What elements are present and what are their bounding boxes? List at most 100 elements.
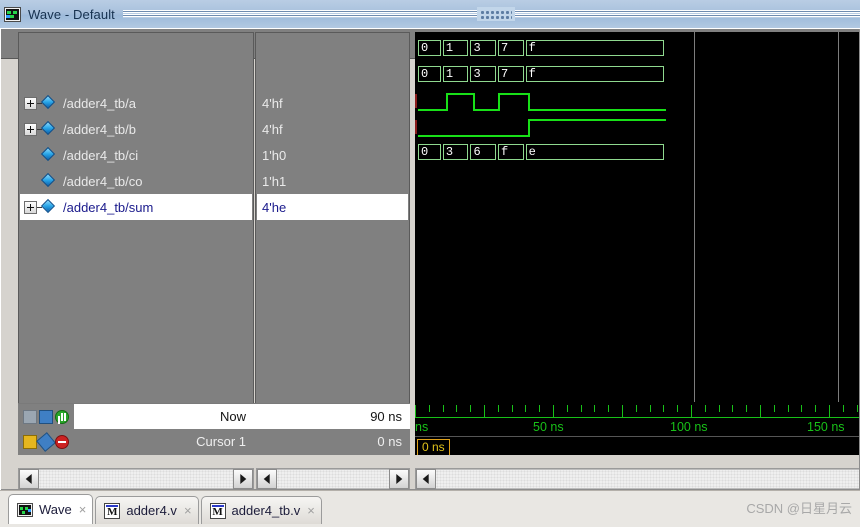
ruler-tick-minor [705, 405, 706, 412]
signal-value-cell[interactable]: 1'h0 [257, 142, 408, 168]
signal-row[interactable]: /adder4_tb/ci [20, 142, 252, 168]
bus-value-label: 1 [445, 67, 454, 81]
ruler-baseline [415, 417, 860, 418]
ruler-tick-minor [456, 405, 457, 412]
logic-edge [445, 93, 448, 111]
wrench-icon[interactable] [36, 432, 56, 452]
ruler-separator [415, 436, 860, 437]
ruler-tick-minor [732, 405, 733, 412]
tab-adder4-v[interactable]: Madder4.v × [95, 496, 199, 524]
titlebar-decoration [122, 7, 860, 21]
cursor-edge-marker [415, 94, 417, 108]
ruler-time-label: 50 ns [533, 420, 564, 434]
add-cursor-icon[interactable] [55, 410, 69, 424]
ruler-tick-minor [581, 405, 582, 412]
scroll-track[interactable] [436, 469, 859, 489]
scroll-right-button[interactable] [233, 469, 253, 489]
signal-name-list[interactable]: /adder4_tb/a/adder4_tb/b/adder4_tb/ci/ad… [20, 90, 252, 428]
ruler-tick-minor [567, 405, 568, 412]
scroll-left-button[interactable] [416, 469, 436, 489]
signal-name-label: /adder4_tb/ci [63, 147, 139, 163]
logic-level-segment [418, 109, 446, 111]
logic-level-segment [473, 109, 499, 111]
time-ruler[interactable]: ns 50 ns 100 ns 150 ns 0 ns [415, 403, 860, 455]
signal-row[interactable]: /adder4_tb/sum [20, 194, 252, 220]
signal-name-label: /adder4_tb/a [63, 95, 137, 111]
bus-value-label: 3 [473, 41, 481, 55]
wave-window-body: Msgs /adder4_tb/a/adder4_tb/b/adder4_tb/… [0, 28, 860, 490]
bus-value-label: 6 [473, 145, 481, 159]
signal-value-cell[interactable]: 1'h1 [257, 168, 408, 194]
ruler-tick-minor [774, 405, 775, 412]
cursor-row[interactable]: Cursor 1 0 ns [18, 429, 410, 455]
annotation-icon[interactable] [39, 410, 53, 424]
wave-gridline [837, 32, 839, 402]
ruler-tick-minor [498, 405, 499, 412]
bus-value-label: e [528, 145, 536, 159]
signal-row[interactable]: /adder4_tb/co [20, 168, 252, 194]
signal-diamond-icon [42, 174, 56, 188]
scroll-right-button[interactable] [389, 469, 409, 489]
scroll-track[interactable] [39, 469, 233, 489]
cursor-label: Cursor 1 [196, 434, 246, 449]
watermark: CSDN @日星月云 [746, 501, 852, 516]
ruler-tick-minor [608, 405, 609, 412]
signal-value-cell[interactable]: 4'hf [257, 116, 408, 142]
scroll-left-button[interactable] [257, 469, 277, 489]
signal-row[interactable]: /adder4_tb/b [20, 116, 252, 142]
signal-name-label: /adder4_tb/co [63, 173, 143, 189]
expand-plus-icon[interactable] [24, 96, 37, 110]
ruler-tick-minor [663, 405, 664, 412]
now-row[interactable]: Now 90 ns [18, 403, 410, 430]
bus-value-label: f [528, 67, 536, 81]
names-hscrollbar[interactable] [18, 468, 254, 490]
titlebar-grip[interactable] [476, 7, 515, 21]
baseline-icon[interactable] [23, 410, 37, 424]
bus-value-label: 3 [473, 67, 481, 81]
tab-close-icon[interactable]: × [79, 503, 87, 516]
scroll-left-button[interactable] [19, 469, 39, 489]
signal-diamond-icon [42, 122, 56, 136]
logic-edge [528, 119, 531, 137]
scroll-track[interactable] [277, 469, 389, 489]
tab-close-icon[interactable]: × [307, 504, 315, 517]
ruler-tick-minor [677, 405, 678, 412]
tab-wave[interactable]: Wave × [8, 494, 94, 524]
window-titlebar[interactable]: Wave - Default [0, 0, 860, 29]
bottom-tabbar: Wave × Madder4.v × Madder4_tb.v × [0, 490, 860, 527]
ruler-tick-minor [443, 405, 444, 412]
expand-plus-icon[interactable] [24, 200, 37, 214]
ruler-tick-minor [594, 405, 595, 412]
tab-close-icon[interactable]: × [184, 504, 192, 517]
signal-row[interactable]: /adder4_tb/a [20, 90, 252, 116]
values-hscrollbar[interactable] [256, 468, 410, 490]
bus-value-label: f [528, 41, 536, 55]
now-row-icons [18, 404, 74, 430]
waveform-canvas[interactable]: 0 1 3 7 f 0 1 3 7 f 0 3 6 f e [415, 32, 860, 430]
tab-label: adder4_tb.v [231, 503, 301, 518]
logic-level-segment [498, 93, 529, 95]
lock-icon[interactable] [23, 435, 37, 449]
signal-value-list[interactable]: 4'hf 4'hf 1'h0 1'h1 4'he [257, 90, 408, 428]
ruler-tick-minor [857, 405, 858, 412]
signal-value-cell[interactable]: 4'he [257, 194, 408, 220]
logic-level-segment [418, 135, 529, 137]
window-title: Wave - Default [28, 6, 115, 22]
ruler-tick-minor [801, 405, 802, 412]
cursor-row-icons [18, 429, 74, 455]
signal-diamond-icon [42, 96, 56, 110]
waveform-pane[interactable]: 0 1 3 7 f 0 1 3 7 f 0 3 6 f e [415, 32, 860, 430]
ruler-tick-minor [525, 405, 526, 412]
modelsim-file-icon: M [104, 502, 121, 519]
wave-hscrollbar[interactable] [415, 468, 860, 490]
tab-adder4-tb-v[interactable]: Madder4_tb.v × [200, 496, 322, 524]
delete-cursor-icon[interactable] [55, 435, 69, 449]
signal-value-cell[interactable]: 4'hf [257, 90, 408, 116]
cursor-time-badge[interactable]: 0 ns [417, 439, 450, 455]
signal-diamond-icon [42, 200, 56, 214]
expand-plus-icon[interactable] [24, 122, 37, 136]
bus-value-label: 0 [421, 41, 429, 55]
wave-tab-icon [17, 502, 33, 517]
now-cursor-block: Now 90 ns Cursor 1 0 ns [18, 403, 410, 455]
signal-diamond-icon [42, 148, 56, 162]
